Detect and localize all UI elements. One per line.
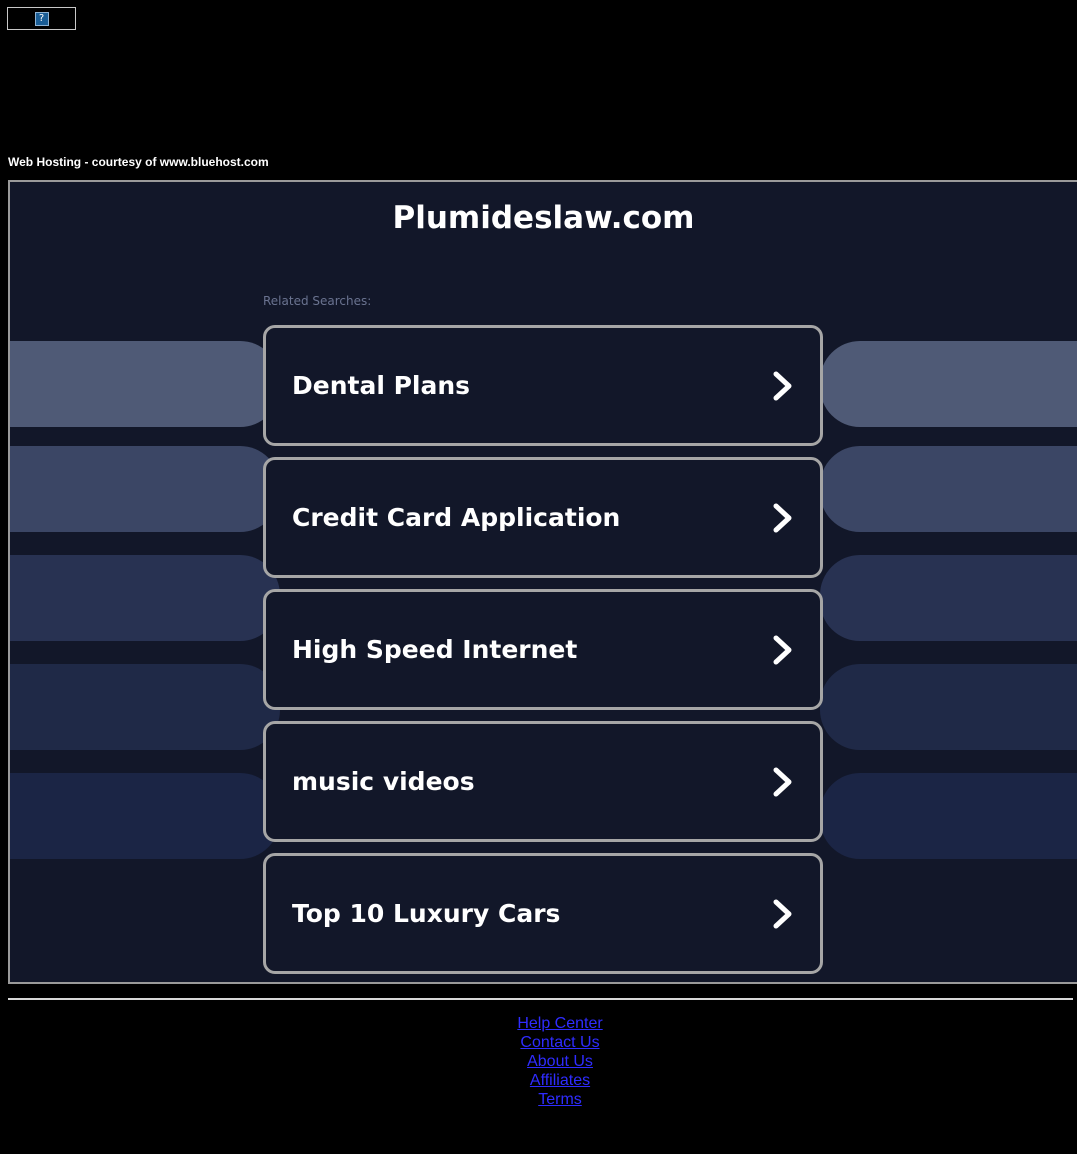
side-pill-left-2 — [10, 446, 280, 532]
broken-image-badge[interactable]: ? — [7, 7, 76, 30]
side-pill-right-5 — [820, 773, 1077, 859]
hosting-credit: Web Hosting - courtesy of www.bluehost.c… — [8, 155, 269, 169]
search-link-label: Credit Card Application — [292, 503, 621, 532]
contact-us-link[interactable]: Contact Us — [0, 1033, 1077, 1052]
parked-domain-panel: Plumideslaw.com Related Searches: Dental… — [8, 180, 1077, 984]
search-link-credit-card-application[interactable]: Credit Card Application — [263, 457, 823, 578]
help-center-link[interactable]: Help Center — [0, 1014, 1077, 1033]
search-link-high-speed-internet[interactable]: High Speed Internet — [263, 589, 823, 710]
search-link-label: Dental Plans — [292, 371, 471, 400]
related-searches-label: Related Searches: — [263, 294, 372, 308]
chevron-right-icon — [773, 767, 792, 796]
search-link-label: Top 10 Luxury Cars — [292, 899, 561, 928]
terms-link[interactable]: Terms — [0, 1090, 1077, 1109]
search-link-label: High Speed Internet — [292, 635, 578, 664]
search-link-music-videos[interactable]: music videos — [263, 721, 823, 842]
side-pill-left-1 — [10, 341, 280, 427]
chevron-right-icon — [773, 503, 792, 532]
search-link-dental-plans[interactable]: Dental Plans — [263, 325, 823, 446]
chevron-right-icon — [773, 635, 792, 664]
site-title: Plumideslaw.com — [392, 200, 695, 236]
side-pill-left-3 — [10, 555, 280, 641]
affiliates-link[interactable]: Affiliates — [0, 1071, 1077, 1090]
side-pill-right-1 — [820, 341, 1077, 427]
footer-divider — [8, 998, 1073, 1000]
side-pill-right-4 — [820, 664, 1077, 750]
search-link-label: music videos — [292, 767, 475, 796]
side-pill-right-3 — [820, 555, 1077, 641]
side-pill-left-5 — [10, 773, 280, 859]
side-pill-right-2 — [820, 446, 1077, 532]
question-mark-icon: ? — [34, 11, 49, 26]
chevron-right-icon — [773, 899, 792, 928]
chevron-right-icon — [773, 371, 792, 400]
search-link-top-10-luxury-cars[interactable]: Top 10 Luxury Cars — [263, 853, 823, 974]
footer-links: Help Center Contact Us About Us Affiliat… — [0, 1014, 1077, 1109]
about-us-link[interactable]: About Us — [0, 1052, 1077, 1071]
side-pill-left-4 — [10, 664, 280, 750]
